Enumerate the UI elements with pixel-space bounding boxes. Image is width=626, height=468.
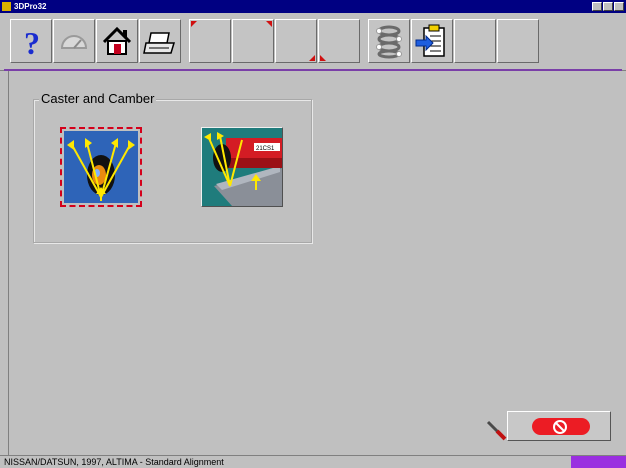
- app-icon: [2, 2, 11, 11]
- cancel-button[interactable]: [507, 411, 611, 441]
- toolbar: ?: [0, 13, 626, 71]
- report-button[interactable]: [411, 19, 453, 63]
- minimize-button[interactable]: [592, 2, 602, 11]
- svg-text:?: ?: [24, 25, 40, 61]
- close-button[interactable]: [614, 2, 624, 11]
- window-title: 3DPro32: [14, 2, 47, 11]
- status-bar: NISSAN/DATSUN, 1997, ALTIMA - Standard A…: [0, 455, 626, 468]
- caster-camber-vehicle-tile[interactable]: 21CS1: [201, 127, 283, 207]
- help-icon: ?: [24, 25, 40, 61]
- marker-icon: [191, 21, 197, 27]
- clipboard-icon: [415, 24, 445, 57]
- no-entry-icon: [553, 420, 567, 434]
- printer-icon: [143, 32, 176, 54]
- toolbar-button-blank-4[interactable]: [318, 19, 360, 63]
- title-bar: 3DPro32: [0, 0, 626, 13]
- main-panel: Caster and Camber 21CS1: [8, 71, 621, 455]
- maximize-button[interactable]: [603, 2, 613, 11]
- toolbar-button-blank-2[interactable]: [232, 19, 274, 63]
- wheel-adjust-icon: [64, 131, 138, 203]
- cancel-pill: [532, 418, 590, 435]
- toolbar-button-blank-3[interactable]: [275, 19, 317, 63]
- marker-icon: [266, 21, 272, 27]
- marker-icon: [320, 55, 326, 61]
- spring-icon: [376, 25, 402, 59]
- toolbar-button-blank-6[interactable]: [497, 19, 539, 63]
- gauge-icon: [60, 35, 88, 49]
- vehicle-lift-icon: 21CS1: [202, 128, 282, 206]
- status-indicator: [571, 456, 626, 468]
- group-title: Caster and Camber: [39, 91, 157, 106]
- toolbar-button-blank-5[interactable]: [454, 19, 496, 63]
- home-button[interactable]: [96, 19, 138, 63]
- home-icon: [102, 26, 132, 55]
- caster-camber-wheel-tile[interactable]: [60, 127, 142, 207]
- wrench-icon: [486, 420, 507, 441]
- gauge-button[interactable]: [53, 19, 95, 63]
- help-button[interactable]: ?: [10, 19, 52, 63]
- print-button[interactable]: [139, 19, 181, 63]
- window-controls: [591, 2, 624, 11]
- toolbar-button-blank-1[interactable]: [189, 19, 231, 63]
- marker-icon: [309, 55, 315, 61]
- status-text: NISSAN/DATSUN, 1997, ALTIMA - Standard A…: [4, 457, 224, 467]
- svg-text:21CS1: 21CS1: [256, 146, 275, 152]
- vehicle-specs-button[interactable]: [368, 19, 410, 63]
